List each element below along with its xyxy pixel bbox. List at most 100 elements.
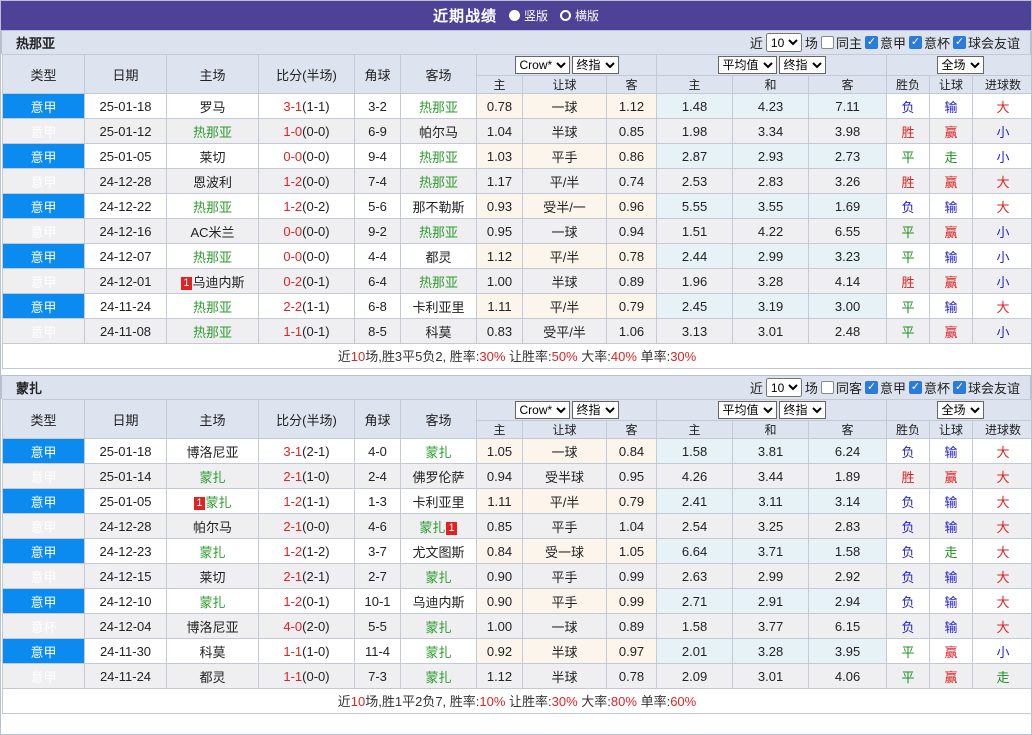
summary-segment: 近 [337,694,351,709]
result-outcome-cell: 胜 [886,268,931,294]
odds-time-select[interactable]: 终指 [571,56,619,74]
col-header-corner: 角球 [354,399,401,439]
odds-home-cell: 0.85 [476,513,523,539]
league-filter-checkbox[interactable]: 意甲 [864,378,906,397]
date-cell: 24-12-28 [84,168,167,194]
halftime-score: (1-0) [302,468,330,484]
scope-select[interactable]: 全场 [936,56,984,74]
result-handicap-cell: 输 [929,613,974,639]
odds-handicap-cell: 平手 [522,513,607,539]
radio-vertical-label: 竖版 [523,9,548,23]
date-cell: 24-11-24 [84,663,167,689]
away-team-cell: 蒙扎 [400,438,477,464]
result-handicap-cell: 赢 [929,118,974,144]
avg-draw-cell: 3.55 [732,193,810,219]
result-goals-cell: 小 [972,143,1031,169]
table-row: 意甲 24-12-16 AC米兰 0-0(0-0) 9-2 热那亚 0.95 一球 0.94 1.… [2,218,1031,244]
avg-draw-cell: 3.44 [732,463,810,489]
league-filter-checkbox[interactable]: 意杯 [908,378,950,397]
scope-select[interactable]: 全场 [936,401,984,419]
summary-segment: 单率: [636,694,671,709]
score-cell: 1-1(0-1) [258,318,355,344]
halftime-score: (1-1) [302,493,330,509]
sub-header: 主 [476,420,523,439]
team-label: 科莫 [199,644,226,660]
result-goals-cell: 大 [972,463,1031,489]
league-filter-checkbox[interactable]: 球会友谊 [952,378,1020,397]
match-count-select[interactable]: 10 [765,33,802,52]
home-team-cell: 热那亚 [166,193,259,219]
avg-away-cell: 3.98 [808,118,888,144]
odds-away-cell: 0.99 [605,588,658,614]
halftime-score: (0-2) [302,198,330,214]
col-header-away: 客场 [400,54,477,94]
team-name: 蒙扎 [16,381,43,396]
odds-home-cell: 0.84 [476,538,523,564]
corner-cell: 11-4 [354,638,401,664]
team-label: AC米兰 [190,224,235,240]
near-label: 近 [749,36,763,51]
score-cell: 1-2(1-2) [258,538,355,564]
league-filter-checkbox[interactable]: 球会友谊 [952,33,1020,52]
date-cell: 25-01-14 [84,463,167,489]
score-cell: 1-2(0-2) [258,193,355,219]
avg-source-select[interactable]: 平均值 [717,401,777,419]
date-cell: 25-01-05 [84,143,167,169]
summary-segment: 让胜率: [505,349,552,364]
match-count-select[interactable]: 10 [765,378,802,397]
summary-segment: 近 [337,349,351,364]
fulltime-score: 3-1 [283,98,303,114]
avg-away-cell: 3.14 [808,488,888,514]
avg-away-cell: 2.83 [808,513,888,539]
avg-time-select[interactable]: 终指 [778,56,826,74]
odds-away-cell: 0.95 [605,463,658,489]
home-team-cell: 1 乌迪内斯 [166,268,259,294]
team-table: 蒙扎 近 10 场 同客 意甲 意杯 球会友 [1,375,1031,720]
fulltime-score: 2-1 [283,468,303,484]
league-filter-checkbox[interactable]: 意甲 [864,33,906,52]
sub-header: 让球 [929,75,974,94]
same-venue-checkbox[interactable]: 同主 [820,33,862,52]
odds-source-select[interactable]: Crow* [514,56,570,74]
away-team-cell: 蒙扎 [400,613,477,639]
away-team-cell: 热那亚 [400,168,477,194]
score-cell: 0-2(0-1) [258,268,355,294]
radio-horizontal[interactable]: 横版 [560,7,599,24]
odds-time-select[interactable]: 终指 [571,401,619,419]
summary-segment: 让胜率: [505,694,552,709]
col-header-away: 客场 [400,399,477,439]
away-team-cell: 那不勒斯 [400,193,477,219]
team-label: 热那亚 [192,299,232,315]
odds-handicap-cell: 半球 [522,638,607,664]
same-venue-checkbox[interactable]: 同客 [820,378,862,397]
corner-cell: 7-3 [354,663,401,689]
type-cell: 意甲 [2,293,85,319]
result-handicap-cell: 赢 [929,638,974,664]
avg-source-select[interactable]: 平均值 [717,56,777,74]
odds-source-select[interactable]: Crow* [514,401,570,419]
result-handicap-cell: 输 [929,563,974,589]
radio-vertical[interactable]: 竖版 [508,7,548,24]
table-row: 意甲 25-01-05 1 蒙扎 1-2(1-1) 1-3 卡利亚里 1.11 平/半 0.79 2… [2,488,1031,514]
league-filter-checkbox[interactable]: 意杯 [908,33,950,52]
summary-segment: 10 [350,694,366,709]
checkbox-checked-icon [908,381,922,394]
halftime-score: (2-0) [302,618,330,634]
halftime-score: (0-0) [302,248,330,264]
result-handicap-cell: 赢 [929,268,974,294]
avg-time-select[interactable]: 终指 [778,401,826,419]
avg-home-cell: 2.44 [656,243,734,269]
corner-cell: 10-1 [354,588,401,614]
league-filter-label: 意杯 [923,381,950,396]
result-outcome-cell: 平 [886,638,931,664]
odds-away-cell: 0.74 [605,168,658,194]
date-cell: 25-01-18 [84,93,167,119]
odds-away-cell: 1.12 [605,93,658,119]
odds-handicap-cell: 平/半 [522,243,607,269]
team-label: 蒙扎 [199,594,226,610]
avg-home-cell: 1.51 [656,218,734,244]
summary-segment: 大率: [577,349,611,364]
table-row: 意甲 24-12-23 蒙扎 1-2(1-2) 3-7 尤文图斯 0.84 受一球 1.05 6.… [2,538,1031,564]
avg-draw-cell: 4.23 [732,93,810,119]
team-label: 帕尔马 [418,124,458,140]
